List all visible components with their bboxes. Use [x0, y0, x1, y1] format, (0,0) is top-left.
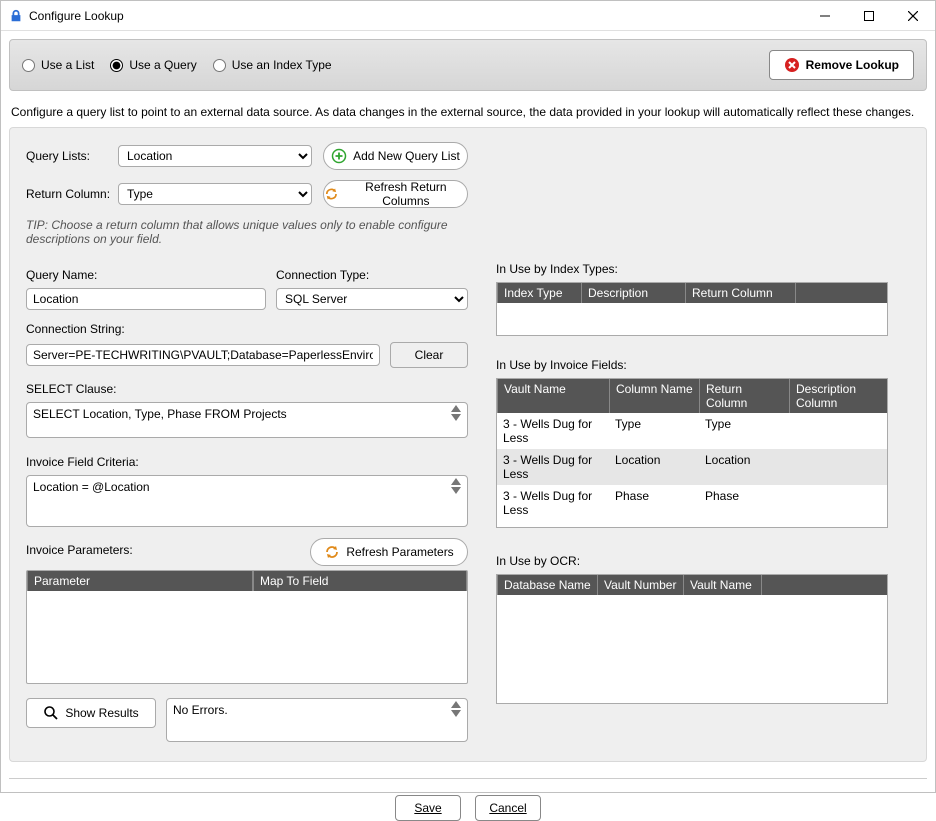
spinner-icon[interactable]: [451, 701, 465, 717]
cancel-button[interactable]: Cancel: [475, 795, 541, 821]
query-name-input[interactable]: [26, 288, 266, 310]
invoice-criteria-input[interactable]: Location = @Location: [26, 475, 468, 527]
spinner-icon[interactable]: [451, 405, 465, 421]
remove-lookup-button[interactable]: Remove Lookup: [769, 50, 914, 80]
connection-string-input[interactable]: [26, 344, 380, 366]
radio-use-list[interactable]: Use a List: [22, 58, 94, 72]
minimize-button[interactable]: [803, 1, 847, 31]
clear-button[interactable]: Clear: [390, 342, 468, 368]
show-results-button[interactable]: Show Results: [26, 698, 156, 728]
error-output: No Errors.: [166, 698, 468, 742]
invoice-criteria-label: Invoice Field Criteria:: [26, 455, 468, 469]
save-button[interactable]: Save: [395, 795, 461, 821]
footer: Save Cancel: [9, 778, 927, 821]
tip-text: TIP: Choose a return column that allows …: [26, 218, 468, 246]
connection-type-select[interactable]: SQL Server: [276, 288, 468, 310]
radio-use-query[interactable]: Use a Query: [110, 58, 196, 72]
maximize-button[interactable]: [847, 1, 891, 31]
query-lists-select[interactable]: Location: [118, 145, 312, 167]
return-column-select[interactable]: Type: [118, 183, 312, 205]
query-lists-label: Query Lists:: [26, 149, 118, 163]
invoice-params-label: Invoice Parameters:: [26, 543, 133, 557]
in-use-ocr-label: In Use by OCR:: [496, 554, 888, 568]
col-map-to-field: Map To Field: [253, 571, 467, 591]
refresh-return-columns-button[interactable]: Refresh Return Columns: [323, 180, 468, 208]
ocr-table[interactable]: Database Name Vault Number Vault Name: [496, 574, 888, 704]
window-title: Configure Lookup: [29, 9, 803, 23]
connection-string-label: Connection String:: [26, 322, 468, 336]
refresh-icon: [324, 544, 340, 560]
titlebar: Configure Lookup: [1, 1, 935, 31]
connection-type-label: Connection Type:: [276, 268, 468, 282]
invoice-fields-table[interactable]: Vault NameColumn NameReturn ColumnDescri…: [496, 378, 888, 528]
search-icon: [43, 705, 59, 721]
lock-icon: [9, 9, 23, 23]
table-row[interactable]: 3 - Wells Dug for LessLocationLocation: [497, 449, 887, 485]
table-row[interactable]: 3 - Wells Dug for LessPhasePhase: [497, 485, 887, 521]
refresh-icon: [324, 186, 339, 202]
index-types-table[interactable]: Index Type Description Return Column: [496, 282, 888, 336]
select-clause-label: SELECT Clause:: [26, 382, 468, 396]
remove-icon: [784, 57, 800, 73]
refresh-parameters-button[interactable]: Refresh Parameters: [310, 538, 468, 566]
in-use-invoice-label: In Use by Invoice Fields:: [496, 358, 888, 372]
description-text: Configure a query list to point to an ex…: [1, 99, 935, 127]
return-column-label: Return Column:: [26, 187, 118, 201]
table-row[interactable]: 3 - Wells Dug for LessTypeType: [497, 413, 887, 449]
radio-use-index[interactable]: Use an Index Type: [213, 58, 332, 72]
spinner-icon[interactable]: [451, 478, 465, 494]
plus-icon: [331, 148, 347, 164]
select-clause-input[interactable]: SELECT Location, Type, Phase FROM Projec…: [26, 402, 468, 438]
parameters-grid[interactable]: Parameter Map To Field: [26, 570, 468, 684]
main-panel: Query Lists: Location Add New Query List…: [9, 127, 927, 762]
col-parameter: Parameter: [27, 571, 253, 591]
close-button[interactable]: [891, 1, 935, 31]
query-name-label: Query Name:: [26, 268, 266, 282]
add-query-list-button[interactable]: Add New Query List: [323, 142, 468, 170]
in-use-index-label: In Use by Index Types:: [496, 262, 888, 276]
mode-bar: Use a List Use a Query Use an Index Type…: [9, 39, 927, 91]
